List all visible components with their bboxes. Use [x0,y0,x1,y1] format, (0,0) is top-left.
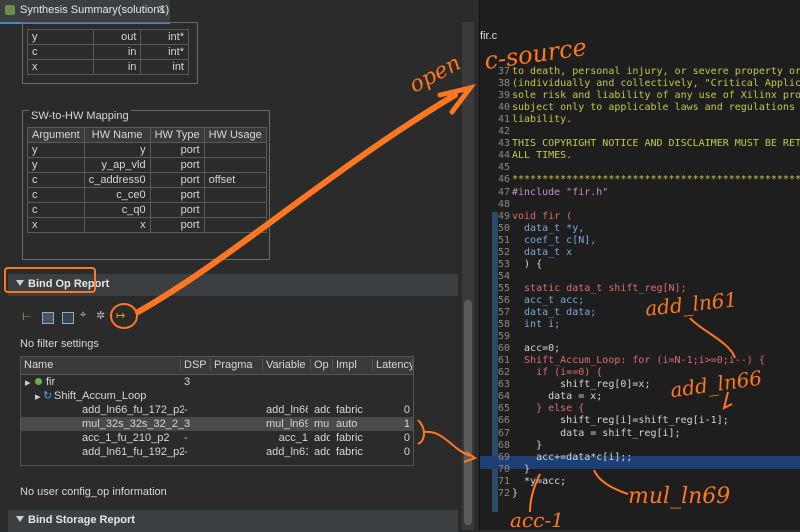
annotation-acc-1: acc-1 [510,508,564,532]
add-ln61-pointer [689,317,736,359]
mul-link-arrow [423,430,471,457]
mul-ln69-pointer [593,469,629,495]
bind-op-highlight-box [4,267,96,293]
goto-source-circle [110,303,138,329]
acc-1-pointer [529,473,541,513]
open-arrow [135,92,458,315]
annotation-mul-ln69: mul_ln69 [628,484,731,509]
annotation-overlay [4,84,736,513]
mul-brace [417,419,425,445]
